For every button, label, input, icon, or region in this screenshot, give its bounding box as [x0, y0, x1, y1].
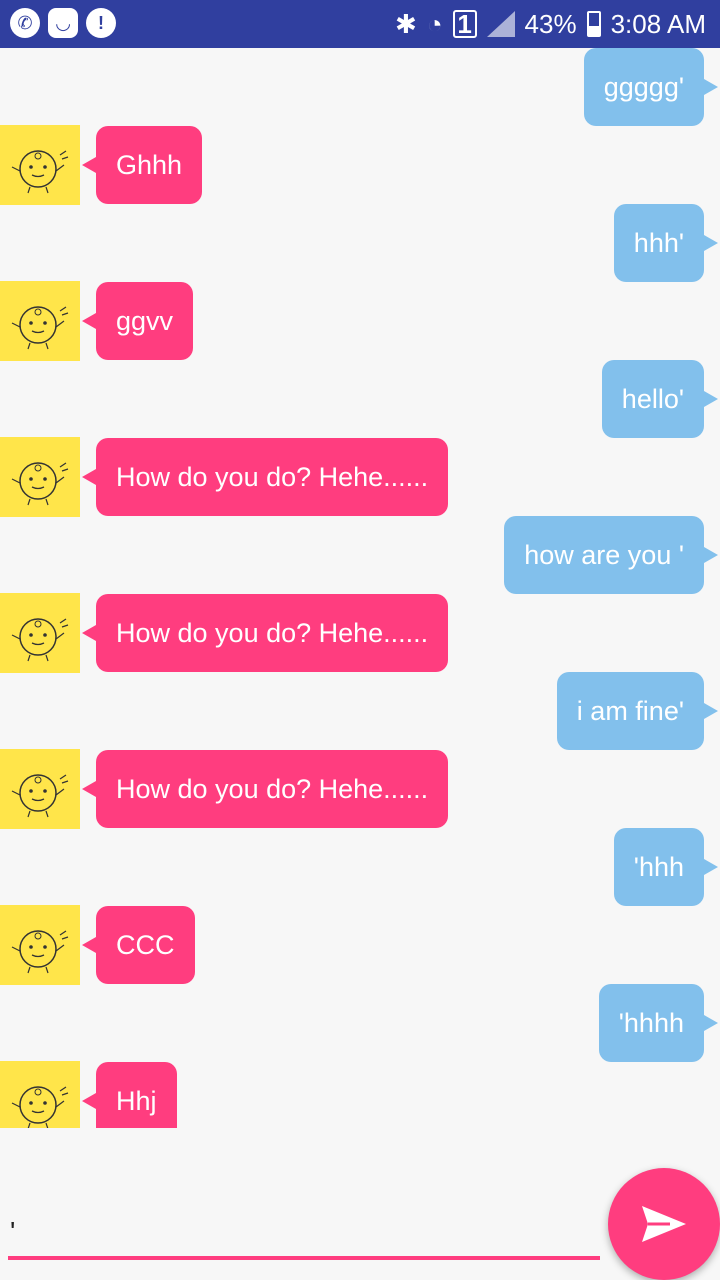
- received-message-row: How do you do? Hehe......: [0, 749, 720, 830]
- sent-message-row: ggggg': [0, 48, 720, 128]
- received-message-bubble: Ghhh: [81, 126, 203, 204]
- whatsapp-icon: ✆: [10, 8, 40, 38]
- bluetooth-icon: ✱: [395, 8, 417, 39]
- received-message-bubble: ggvv: [81, 282, 194, 360]
- received-message-row: Ghhh: [0, 125, 720, 206]
- composer: [0, 1128, 720, 1280]
- battery-percent: 43%: [524, 8, 577, 39]
- bot-avatar-icon: [0, 749, 80, 829]
- sent-message-bubble: ggggg': [583, 48, 719, 126]
- signal-icon: [486, 11, 515, 37]
- sent-message-row: hhh': [0, 204, 720, 284]
- received-message-row: CCC: [0, 905, 720, 986]
- bot-avatar-icon: [0, 593, 80, 673]
- received-message-bubble: CCC: [82, 906, 195, 984]
- received-message-row: How do you do? Hehe......: [0, 437, 720, 518]
- bot-avatar-icon: [0, 437, 80, 517]
- received-message-row: How do you do? Hehe......: [0, 593, 720, 674]
- sim-slot-badge: 1: [452, 10, 477, 38]
- chat-alert-icon: !: [86, 8, 116, 38]
- bot-avatar-icon: [0, 1061, 80, 1128]
- message-list[interactable]: ggggg' Ghhh hhh' ggvv hello' How do you do? H…: [0, 48, 720, 1128]
- sent-message-bubble: hhh': [613, 204, 719, 282]
- sent-message-bubble: hello': [601, 360, 719, 438]
- sent-message-row: i am fine': [0, 672, 720, 752]
- bot-avatar-icon: [0, 281, 80, 361]
- send-icon: [642, 1206, 686, 1242]
- sent-message-bubble: i am fine': [556, 672, 719, 750]
- clock: 3:08 AM: [610, 8, 706, 39]
- received-message-row: Hhj: [0, 1061, 720, 1128]
- bot-avatar-icon: [0, 125, 80, 205]
- sent-message-row: how are you ': [0, 516, 720, 596]
- sent-message-row: 'hhh: [0, 828, 720, 908]
- send-button[interactable]: [608, 1168, 720, 1280]
- received-message-row: ggvv: [0, 281, 720, 362]
- app-icon: ◡: [48, 8, 78, 38]
- received-message-bubble: Hhj: [82, 1062, 177, 1128]
- sent-message-bubble: 'hhhh: [598, 984, 719, 1062]
- wifi-icon: ◔: [426, 8, 443, 39]
- status-bar: ✆ ◡ ! ✱ ◔ 1 43% 3:08 AM: [0, 0, 720, 48]
- sent-message-row: hello': [0, 360, 720, 440]
- sent-message-bubble: how are you ': [504, 516, 718, 594]
- sent-message-row: 'hhhh: [0, 984, 720, 1064]
- sent-message-bubble: 'hhh: [613, 828, 719, 906]
- battery-icon: [586, 11, 601, 37]
- received-message-bubble: How do you do? Hehe......: [81, 438, 449, 516]
- received-message-bubble: How do you do? Hehe......: [81, 750, 449, 828]
- message-input[interactable]: [8, 1208, 600, 1260]
- received-message-bubble: How do you do? Hehe......: [81, 594, 449, 672]
- bot-avatar-icon: [0, 905, 80, 985]
